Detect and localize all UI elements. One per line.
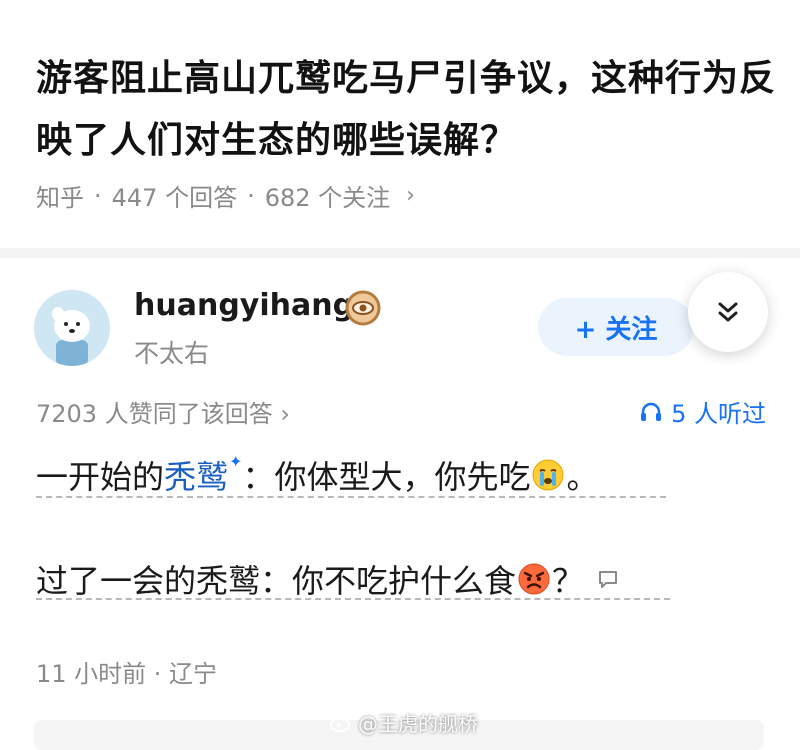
question-meta[interactable]: 知乎 · 447 个回答 · 682 个关注 › [36, 178, 415, 213]
follower-count: 682 个关注 [264, 184, 391, 212]
answer-timestamp: 11 小时前 · 辽宁 [36, 660, 218, 688]
double-chevron-down-icon [718, 302, 738, 322]
author-name[interactable]: huangyihang [134, 288, 354, 323]
answer-text: 一开始的 [36, 458, 165, 496]
weibo-logo-icon [330, 717, 350, 732]
meta-separator: · [247, 181, 255, 210]
angry-face-icon [518, 563, 550, 595]
follow-button[interactable]: + 关注 [538, 298, 694, 356]
answer-text: 。 [566, 458, 599, 496]
vote-summary[interactable]: 7203 人赞同了该回答 › [36, 394, 290, 429]
answer-line-2: 过了一会的秃鹫：你不吃护什么食 ？ [36, 556, 620, 602]
answer-line-1: 一开始的 秃鹫 ✦ ：你体型大，你先吃 。 [36, 452, 598, 498]
answer-text: 过了一会的秃鹫：你不吃护什么食 [36, 562, 517, 600]
listen-count-text: 5 人听过 [671, 400, 766, 428]
question-title[interactable]: 游客阻止高山兀鹫吃马尸引争议，这种行为反映了人们对生态的哪些误解？ [36, 48, 776, 172]
gold-badge-icon [345, 290, 381, 326]
comment-bubble-icon[interactable] [596, 567, 620, 591]
watermark-text: @王虎的舰桥 [358, 712, 478, 736]
answer-text: ？ [552, 562, 585, 600]
answer-text: ：你体型大，你先吃 [242, 458, 531, 496]
source-label: 知乎 [36, 184, 84, 212]
crying-face-icon [532, 459, 564, 491]
meta-separator: · [94, 181, 102, 210]
dashed-underline [36, 598, 670, 600]
headphones-icon [641, 402, 662, 421]
avatar[interactable] [34, 290, 110, 366]
author-bio: 不太右 [134, 339, 210, 368]
listen-count[interactable]: 5 人听过 [639, 394, 766, 429]
dashed-underline [36, 496, 666, 498]
section-divider [0, 248, 800, 258]
collapse-button[interactable] [688, 272, 768, 352]
follow-label: + 关注 [574, 314, 658, 345]
keyword-link[interactable]: 秃鹫 [164, 452, 228, 498]
sparkle-icon: ✦ [229, 451, 243, 471]
chevron-right-icon: › [406, 183, 415, 208]
watermark: @王虎的舰桥 [330, 708, 478, 737]
answer-count: 447 个回答 [111, 184, 238, 212]
